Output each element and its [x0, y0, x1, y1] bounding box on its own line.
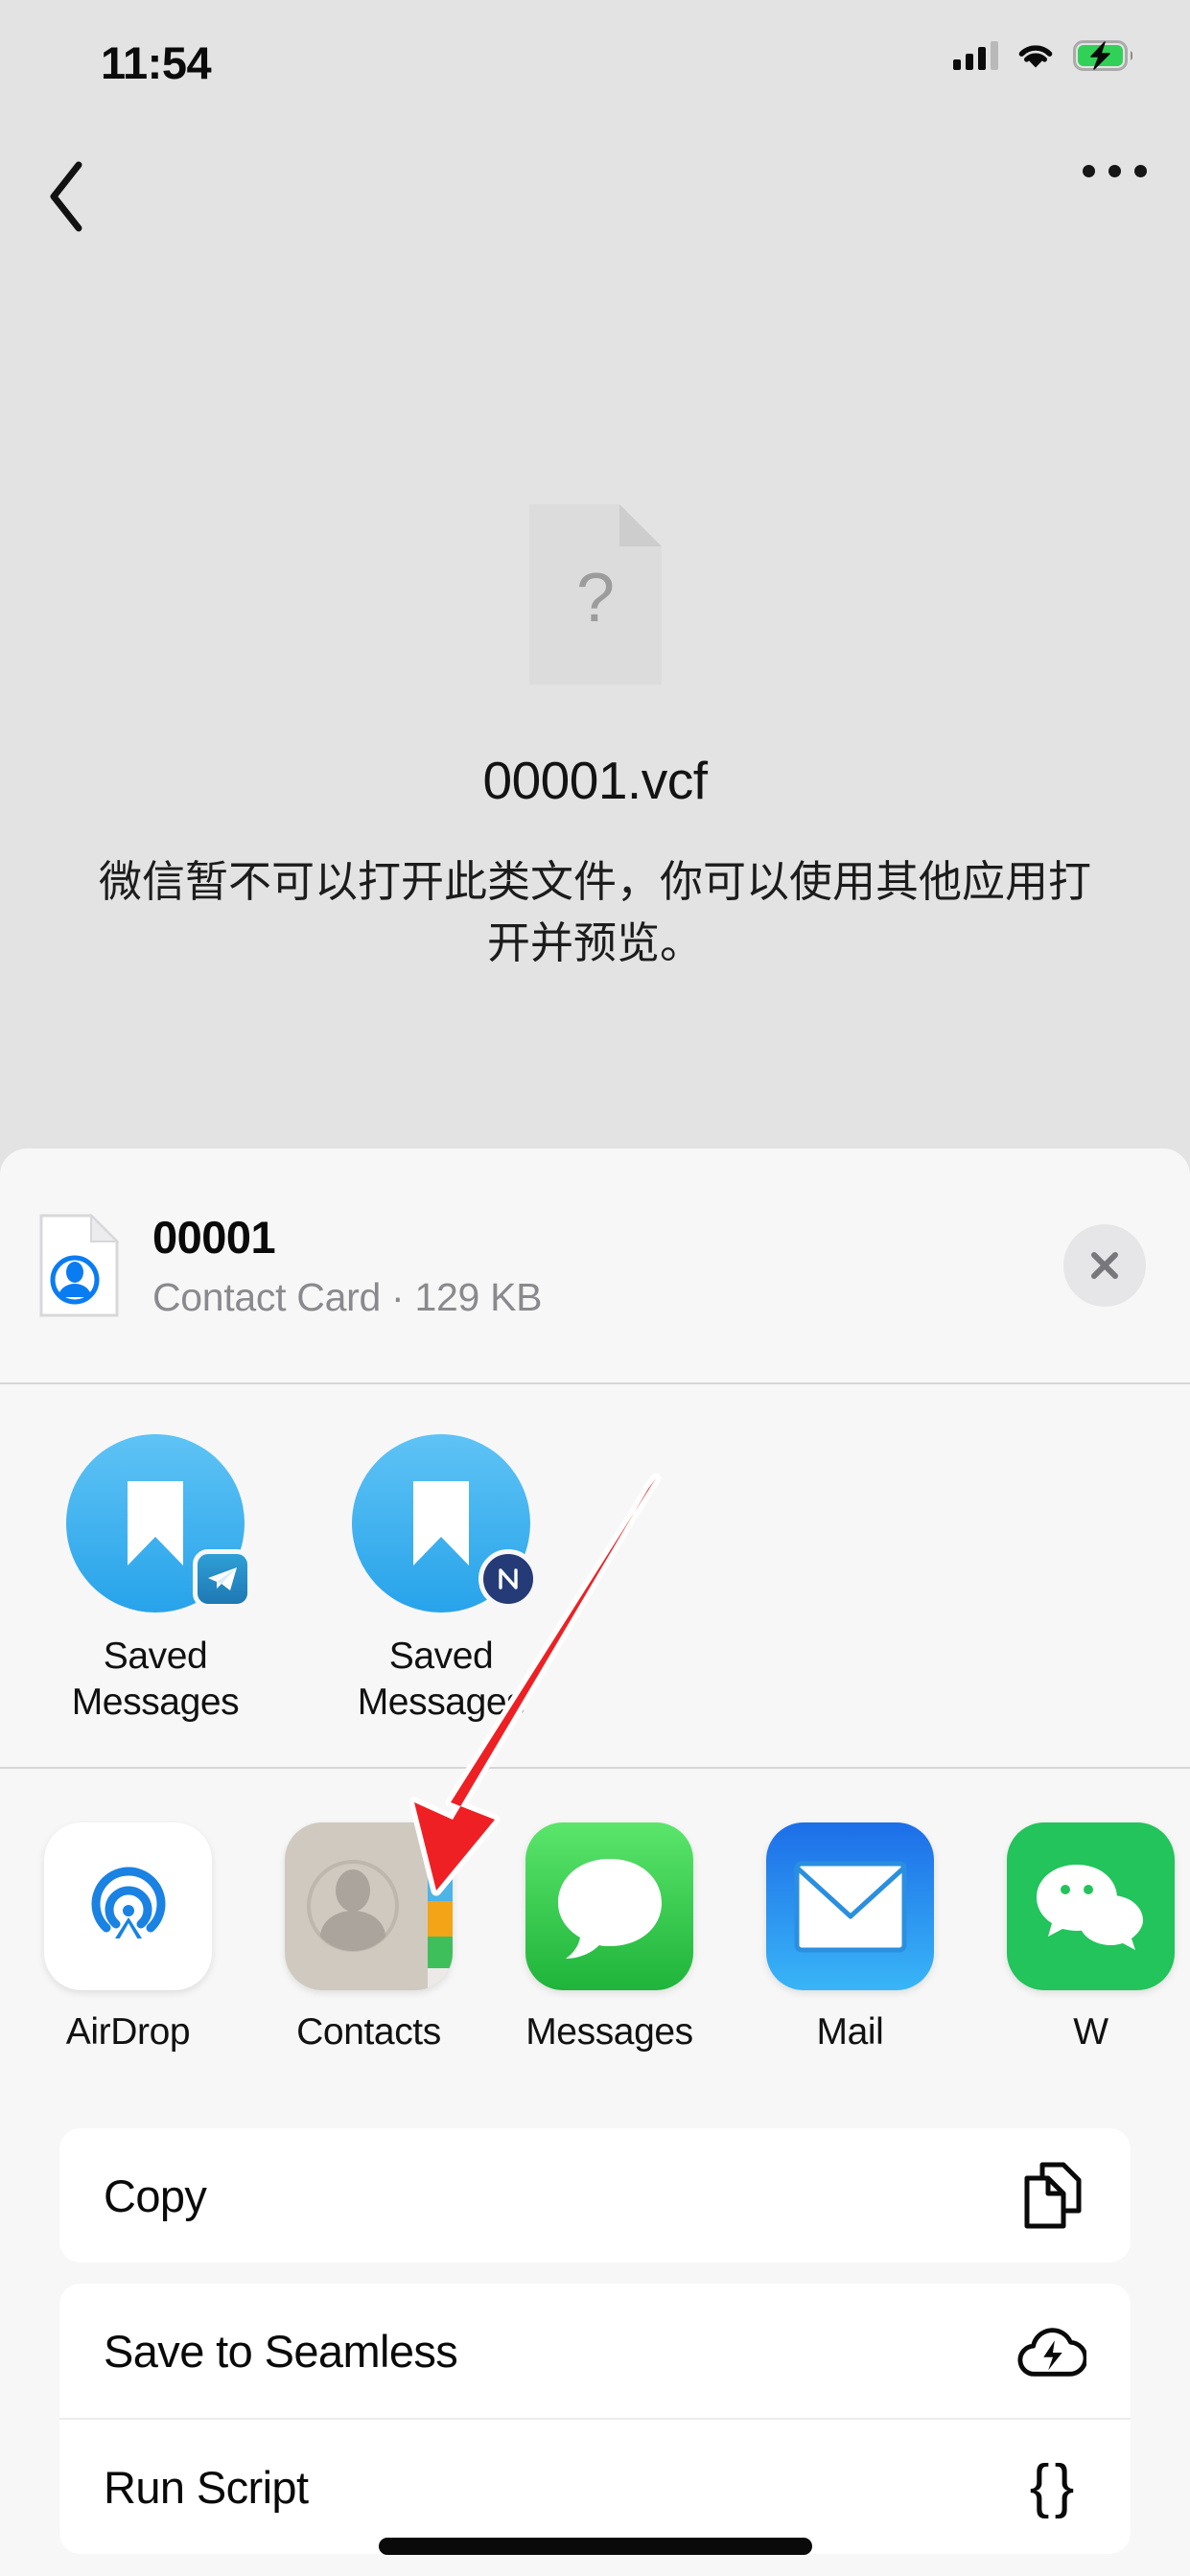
close-icon: [1091, 1252, 1118, 1279]
app-label: Contacts: [296, 2011, 441, 2054]
speech-bubble-icon: [557, 1858, 662, 1959]
contacts-app-icon: [285, 1822, 453, 1991]
suggested-contacts-row[interactable]: Saved Messages Saved Messages: [0, 1384, 1190, 1767]
messages-app-icon: [525, 1822, 693, 1991]
more-options-button[interactable]: [1083, 165, 1147, 177]
contact-card-file-icon: [39, 1213, 120, 1317]
share-sheet-header: 00001 Contact Card · 129 KB: [0, 1149, 1190, 1382]
file-icon-container: ?: [0, 499, 1190, 690]
contact-label: Saved Messages: [72, 1634, 240, 1725]
share-app-airdrop[interactable]: AirDrop: [29, 1822, 227, 2054]
action-card: Copy: [59, 2128, 1131, 2263]
mail-app-icon: [766, 1822, 934, 1991]
contact-item[interactable]: Saved Messages: [345, 1434, 538, 1725]
action-save-to-seamless[interactable]: Save to Seamless: [59, 2284, 1131, 2418]
more-horizontal-icon: [1134, 165, 1147, 177]
app-label: Messages: [525, 2011, 693, 2054]
status-bar-time: 11:54: [101, 37, 212, 88]
more-horizontal-icon: [1108, 165, 1121, 177]
file-name-label: 00001.vcf: [482, 751, 708, 810]
envelope-icon: [794, 1861, 906, 1953]
share-sheet-file-info: 00001 Contact Card · 129 KB: [152, 1211, 1063, 1320]
home-indicator[interactable]: [378, 2538, 812, 2555]
bookmark-icon: [128, 1481, 183, 1566]
file-unsupported-message: 微信暂不可以打开此类文件，你可以使用其他应用打开并预览。: [98, 856, 1091, 968]
share-apps-row[interactable]: AirDrop Contacts Messages Mail W: [0, 1769, 1190, 2092]
unknown-document-icon: ?: [528, 504, 662, 685]
avatar: [352, 1434, 538, 1613]
share-sheet-title: 00001: [152, 1212, 276, 1263]
contact-label-line2: Messages: [71, 1681, 240, 1723]
paper-plane-icon: [208, 1567, 237, 1590]
action-run-script[interactable]: Run Script { }: [59, 2420, 1131, 2554]
cellular-signal-icon: [953, 41, 998, 70]
back-button[interactable]: [36, 153, 104, 240]
app-label: Mail: [816, 2011, 884, 2054]
app-label: AirDrop: [65, 2011, 191, 2054]
action-label: Copy: [104, 2170, 207, 2221]
telegram-badge-icon: [193, 1549, 252, 1609]
airdrop-glyph: [90, 1867, 166, 1941]
contacts-person-glyph: [306, 1859, 399, 1952]
chevron-left-icon: [50, 161, 82, 232]
navigation-bar: [0, 144, 1190, 259]
contact-item[interactable]: Saved Messages: [59, 1434, 252, 1725]
wechat-app-icon: [1007, 1822, 1175, 1991]
share-sheet: 00001 Contact Card · 129 KB Saved Messag…: [0, 1149, 1190, 2576]
letter-n-icon: [499, 1568, 518, 1590]
share-app-messages[interactable]: Messages: [510, 1822, 709, 2054]
contact-label-line1: Saved: [103, 1636, 208, 1677]
wifi-icon: [1018, 44, 1053, 67]
avatar: [66, 1434, 252, 1613]
contacts-tabs-icon: [428, 1822, 453, 1991]
contact-label-line2: Messages: [357, 1681, 525, 1723]
copy-documents-icon: [1017, 2161, 1086, 2230]
more-horizontal-icon: [1083, 165, 1095, 177]
status-bar-indicators: [953, 40, 1132, 71]
share-sheet-subtitle: Contact Card · 129 KB: [152, 1275, 543, 1319]
share-actions-list: Copy Save to Seamless Run Script {}: [0, 2092, 1190, 2555]
battery-charging-icon: [1073, 40, 1132, 71]
contact-label: Saved Messages: [358, 1634, 525, 1725]
cloud-bolt-icon: [1017, 2316, 1086, 2385]
svg-text:?: ?: [575, 560, 614, 637]
share-app-contacts[interactable]: Contacts: [269, 1822, 468, 2054]
file-preview-area: ? 00001.vcf 微信暂不可以打开此类文件，你可以使用其他应用打开并预览。: [0, 499, 1190, 974]
status-bar: 11:54: [0, 0, 1190, 96]
phone-screen: 11:54 ? 00001.vcf 微信暂不可以打开此类文件，你可以使用其他应用…: [0, 0, 1190, 2576]
app-label: W: [1073, 2011, 1108, 2054]
action-copy[interactable]: Copy: [59, 2128, 1131, 2263]
share-app-wechat[interactable]: W: [992, 1822, 1190, 2054]
action-card: Save to Seamless Run Script { }: [59, 2284, 1131, 2555]
share-app-mail[interactable]: Mail: [751, 1822, 949, 2054]
curly-braces-icon: { }: [1029, 2453, 1075, 2520]
airdrop-icon: [44, 1822, 212, 1991]
contact-label-line1: Saved: [388, 1636, 494, 1677]
bookmark-icon: [413, 1481, 469, 1566]
action-label: Save to Seamless: [104, 2325, 458, 2377]
nicegram-badge-icon: [478, 1549, 538, 1609]
action-label: Run Script: [104, 2461, 309, 2513]
close-button[interactable]: [1063, 1224, 1146, 1307]
wechat-bubbles-icon: [1036, 1864, 1143, 1950]
